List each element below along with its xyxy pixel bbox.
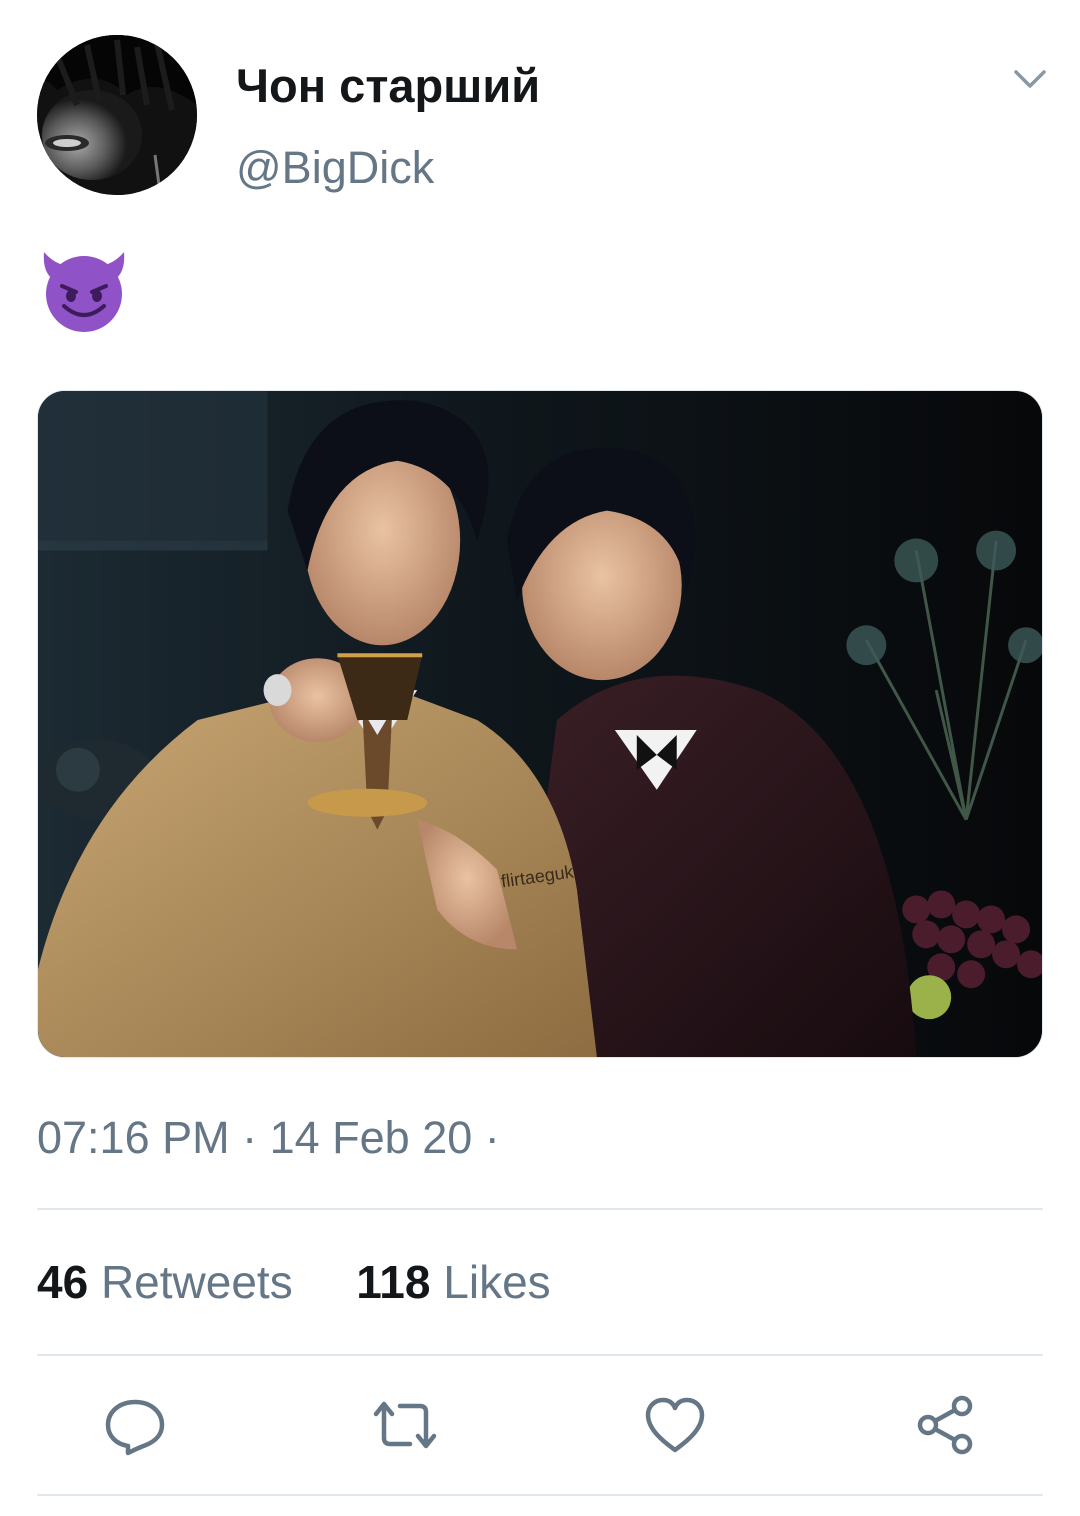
retweets-stat[interactable]: 46 Retweets	[37, 1256, 305, 1308]
tweet-stats: 46 Retweets 118 Likes	[37, 1254, 551, 1310]
display-name[interactable]: Чон старший	[236, 58, 540, 114]
chevron-down-icon[interactable]	[1010, 62, 1050, 96]
reply-icon[interactable]	[100, 1390, 170, 1460]
heart-icon[interactable]	[640, 1390, 710, 1460]
user-handle[interactable]: @BigDick	[236, 140, 434, 196]
tweet-media-image[interactable]: flirtaeguk	[37, 390, 1043, 1058]
divider	[37, 1354, 1043, 1356]
avatar[interactable]	[37, 35, 197, 195]
likes-label: Likes	[443, 1256, 551, 1308]
smiling-devil-emoji-icon	[38, 242, 130, 334]
retweets-label: Retweets	[100, 1256, 293, 1308]
retweets-count: 46	[37, 1256, 89, 1308]
retweet-icon[interactable]	[370, 1390, 440, 1460]
tweet-timestamp[interactable]: 07:16 PM · 14 Feb 20 ·	[37, 1110, 500, 1166]
divider	[37, 1494, 1043, 1496]
divider	[37, 1208, 1043, 1210]
likes-stat[interactable]: 118 Likes	[343, 1256, 550, 1308]
share-icon[interactable]	[910, 1390, 980, 1460]
likes-count: 118	[356, 1256, 431, 1308]
avatar-image	[37, 35, 197, 195]
